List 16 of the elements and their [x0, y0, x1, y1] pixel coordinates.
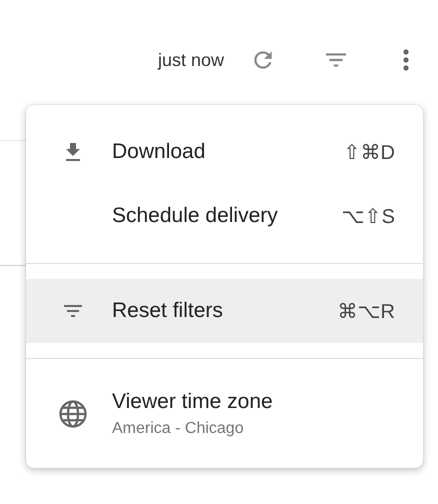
menu-item-sublabel: America - Chicago — [112, 420, 245, 438]
more-menu-button[interactable] — [402, 48, 410, 72]
globe-icon — [58, 399, 88, 429]
menu-item[interactable]: Schedule delivery ⌥⇧S — [26, 184, 423, 248]
menu-item-label: Reset filters — [112, 299, 224, 323]
menu-item[interactable]: Viewer time zone America - Chicago — [26, 374, 423, 454]
menu-item-label: Viewer time zone — [112, 390, 274, 414]
keyboard-shortcut: ⌘⌥R — [338, 300, 395, 324]
menu-item[interactable]: Reset filters ⌘⌥R — [26, 279, 423, 343]
keyboard-shortcut: ⇧⌘D — [344, 140, 395, 164]
menu-item-label: Schedule delivery — [112, 204, 279, 228]
keyboard-shortcut: ⌥⇧S — [342, 204, 395, 228]
filter-icon — [61, 302, 85, 320]
menu-item-label: Download — [112, 140, 206, 164]
menu-item[interactable]: Download ⇧⌘D — [26, 120, 423, 184]
updated-time: just now — [158, 50, 224, 70]
